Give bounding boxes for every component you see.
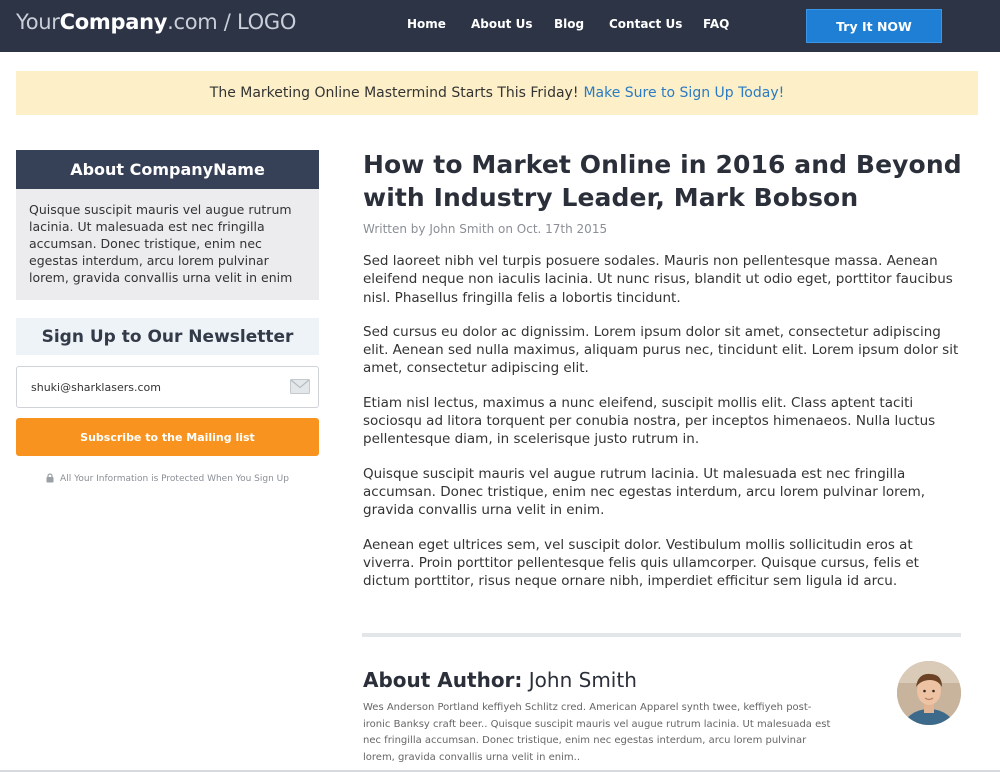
- announcement-text: The Marketing Online Mastermind Starts T…: [209, 85, 579, 101]
- author-avatar: [897, 661, 961, 725]
- logo-brand: Company: [59, 10, 168, 34]
- nav-link-contact-us[interactable]: Contact Us: [609, 17, 682, 31]
- announcement-signup-link[interactable]: Make Sure to Sign Up Today!: [583, 85, 784, 101]
- article-title: How to Market Online in 2016 and Beyond …: [363, 150, 962, 212]
- mail-icon: [290, 379, 310, 398]
- top-navbar: YourCompany.com / LOGO Home About Us Blo…: [0, 0, 1000, 52]
- lock-icon: [46, 472, 54, 486]
- article-paragraph: Sed cursus eu dolor ac dignissim. Lorem …: [363, 323, 959, 377]
- about-company-body: Quisque suscipit mauris vel augue rutrum…: [16, 189, 319, 300]
- nav-link-home[interactable]: Home: [407, 17, 446, 31]
- logo-suffix: .com / LOGO: [167, 10, 297, 34]
- section-divider: [362, 633, 961, 637]
- company-logo[interactable]: YourCompany.com / LOGO: [16, 10, 296, 34]
- privacy-note: All Your Information is Protected When Y…: [16, 472, 319, 486]
- logo-prefix: Your: [16, 10, 60, 34]
- article-paragraph: Sed laoreet nibh vel turpis posuere soda…: [363, 253, 953, 306]
- article-byline: Written by John Smith on Oct. 17th 2015: [363, 222, 608, 236]
- privacy-text: All Your Information is Protected When Y…: [60, 474, 289, 484]
- about-company-title: About CompanyName: [16, 150, 319, 189]
- article-paragraph: Aenean eget ultrices sem, vel suscipit d…: [363, 536, 919, 590]
- article: How to Market Online in 2016 and Beyond …: [363, 148, 963, 590]
- about-company-card: About CompanyName Quisque suscipit mauri…: [16, 150, 319, 300]
- nav-link-about-us[interactable]: About Us: [471, 17, 532, 31]
- author-bio: Wes Anderson Portland keffiyeh Schlitz c…: [363, 702, 831, 763]
- newsletter-title: Sign Up to Our Newsletter: [16, 318, 319, 355]
- article-paragraph: Etiam nisl lectus, maximus a nunc eleife…: [363, 394, 936, 448]
- author-name: John Smith: [528, 668, 637, 692]
- email-field-wrapper: [16, 366, 319, 408]
- nav-link-blog[interactable]: Blog: [554, 17, 584, 31]
- announcement-bar: The Marketing Online Mastermind Starts T…: [16, 71, 978, 115]
- author-label: About Author:: [363, 668, 523, 692]
- try-it-now-button[interactable]: Try It NOW: [806, 9, 942, 43]
- nav-link-faq[interactable]: FAQ: [703, 17, 729, 31]
- subscribe-button[interactable]: Subscribe to the Mailing list: [16, 418, 319, 456]
- article-paragraph: Quisque suscipit mauris vel augue rutrum…: [363, 465, 926, 519]
- email-field[interactable]: [31, 376, 281, 398]
- author-heading: About Author: John Smith: [363, 668, 637, 692]
